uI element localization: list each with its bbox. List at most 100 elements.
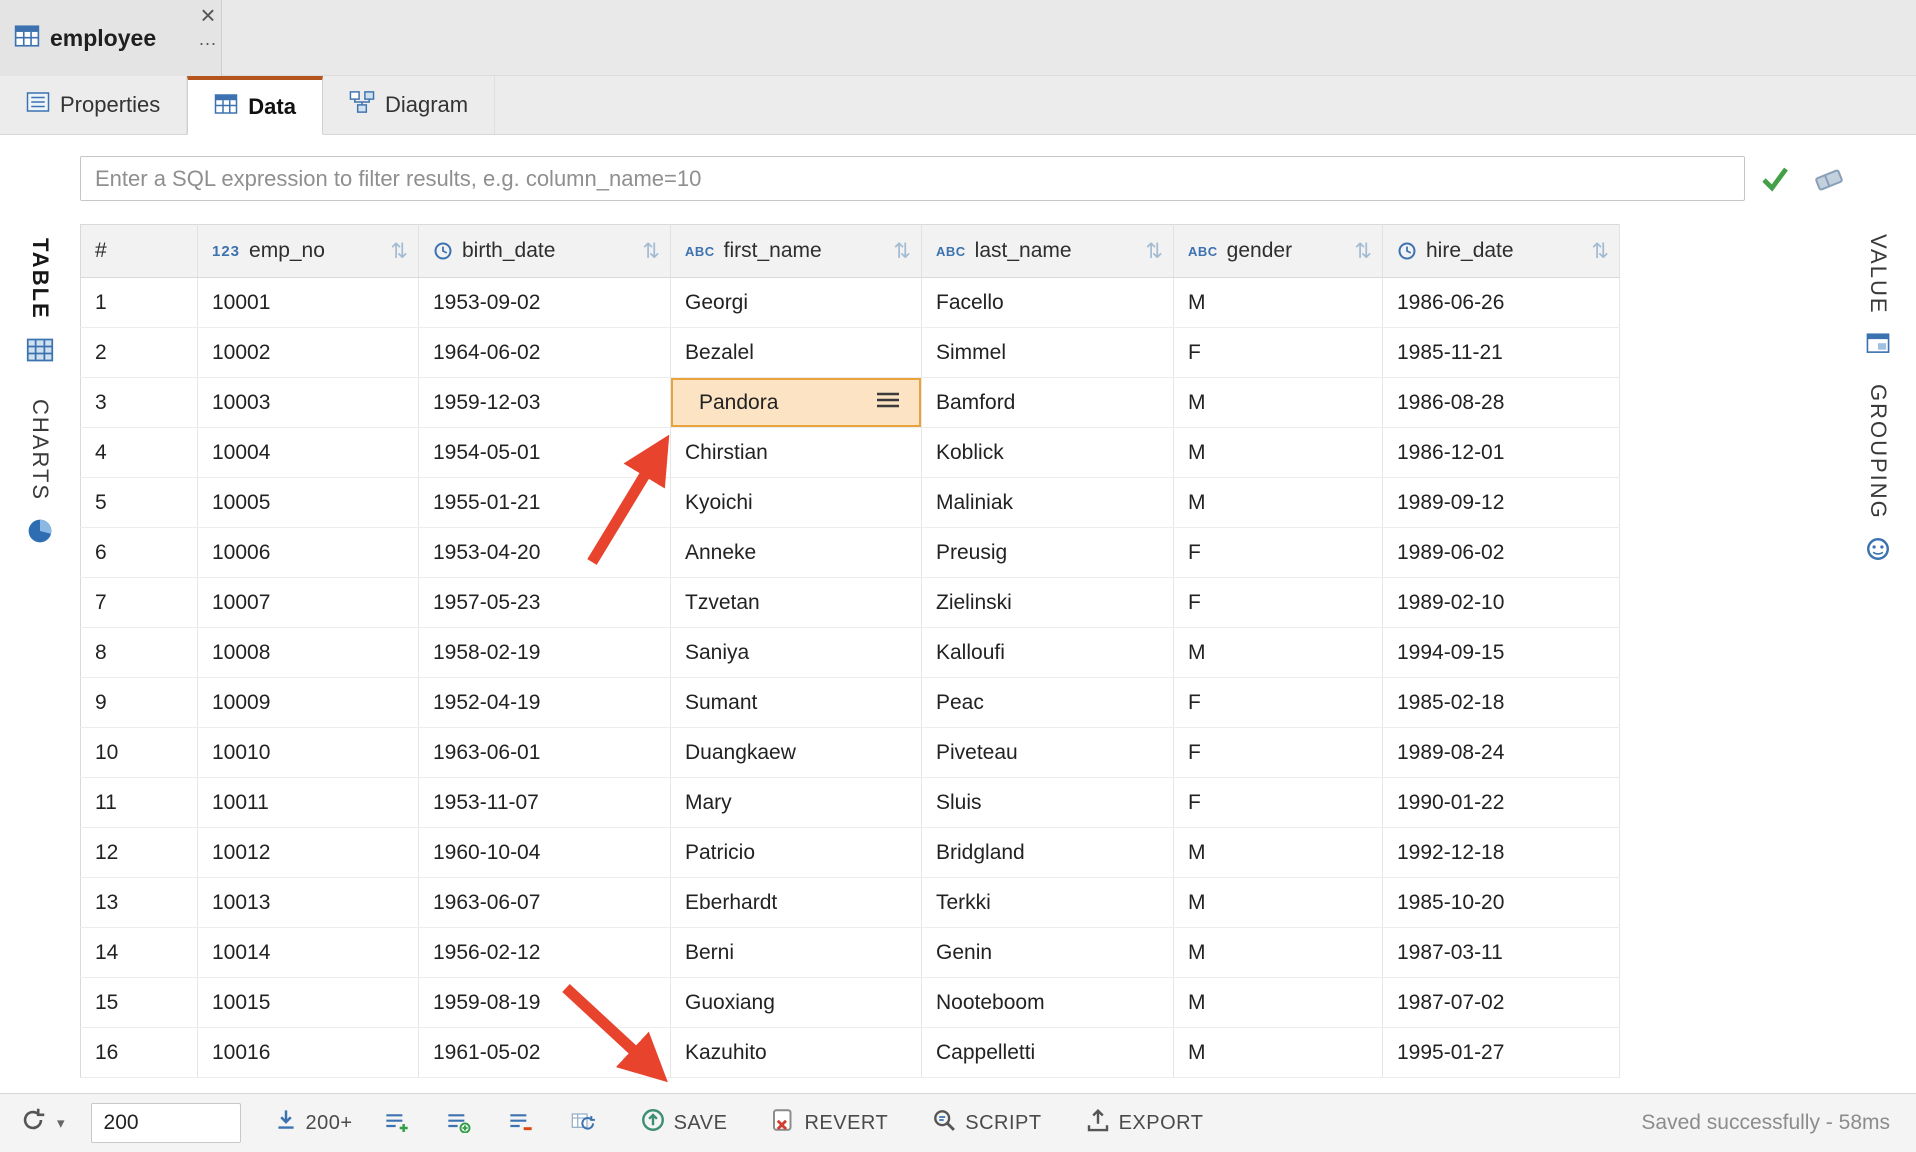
data-cell[interactable]: 1985-11-21 bbox=[1383, 328, 1620, 378]
sort-icon[interactable]: ⇅ bbox=[1354, 239, 1372, 264]
data-cell[interactable]: Bridgland bbox=[922, 828, 1174, 878]
tab-overflow-icon[interactable]: ... bbox=[199, 30, 217, 48]
data-cell[interactable]: 10003 bbox=[198, 378, 419, 428]
data-cell[interactable]: F bbox=[1174, 528, 1383, 578]
data-cell[interactable]: Kyoichi bbox=[671, 478, 922, 528]
data-cell[interactable]: 10001 bbox=[198, 278, 419, 328]
refresh-fetch-button[interactable]: ▾ bbox=[20, 1107, 65, 1139]
delete-row-button[interactable] bbox=[503, 1107, 539, 1140]
data-cell[interactable]: 1955-01-21 bbox=[419, 478, 671, 528]
data-cell[interactable]: 1985-02-18 bbox=[1383, 678, 1620, 728]
data-cell[interactable]: 1989-02-10 bbox=[1383, 578, 1620, 628]
data-cell[interactable]: Berni bbox=[671, 928, 922, 978]
data-cell[interactable]: 10015 bbox=[198, 978, 419, 1028]
data-cell[interactable]: Mary bbox=[671, 778, 922, 828]
data-cell[interactable]: 10011 bbox=[198, 778, 419, 828]
data-cell[interactable]: 1957-05-23 bbox=[419, 578, 671, 628]
data-cell[interactable]: Peac bbox=[922, 678, 1174, 728]
data-cell[interactable]: 10002 bbox=[198, 328, 419, 378]
row-number-cell[interactable]: 12 bbox=[81, 828, 198, 878]
data-cell[interactable]: 1987-03-11 bbox=[1383, 928, 1620, 978]
data-cell[interactable]: 10010 bbox=[198, 728, 419, 778]
tab-diagram[interactable]: Diagram bbox=[323, 76, 495, 134]
column-header-emp_no[interactable]: 123emp_no⇅ bbox=[198, 225, 419, 278]
data-cell[interactable]: Bezalel bbox=[671, 328, 922, 378]
data-cell[interactable]: 1992-12-18 bbox=[1383, 828, 1620, 878]
data-cell[interactable]: 1989-09-12 bbox=[1383, 478, 1620, 528]
row-number-cell[interactable]: 1 bbox=[81, 278, 198, 328]
row-number-cell[interactable]: 5 bbox=[81, 478, 198, 528]
data-cell[interactable]: Sumant bbox=[671, 678, 922, 728]
data-cell[interactable]: Zielinski bbox=[922, 578, 1174, 628]
row-number-cell[interactable]: 2 bbox=[81, 328, 198, 378]
data-cell[interactable]: 1990-01-22 bbox=[1383, 778, 1620, 828]
data-cell[interactable]: F bbox=[1174, 678, 1383, 728]
save-button[interactable]: SAVE bbox=[641, 1108, 728, 1138]
data-cell[interactable]: M bbox=[1174, 278, 1383, 328]
data-cell[interactable]: Piveteau bbox=[922, 728, 1174, 778]
data-cell[interactable]: Koblick bbox=[922, 428, 1174, 478]
data-cell[interactable]: M bbox=[1174, 828, 1383, 878]
data-cell[interactable]: 10006 bbox=[198, 528, 419, 578]
data-cell[interactable]: 1995-01-27 bbox=[1383, 1028, 1620, 1078]
row-number-cell[interactable]: 8 bbox=[81, 628, 198, 678]
data-cell[interactable]: 10016 bbox=[198, 1028, 419, 1078]
column-header-rownum[interactable]: # bbox=[81, 225, 198, 278]
data-cell[interactable]: M bbox=[1174, 1028, 1383, 1078]
sort-icon[interactable]: ⇅ bbox=[1145, 239, 1163, 264]
data-cell[interactable]: 10008 bbox=[198, 628, 419, 678]
sort-icon[interactable]: ⇅ bbox=[1591, 239, 1609, 264]
data-cell[interactable]: Tzvetan bbox=[671, 578, 922, 628]
data-cell[interactable]: F bbox=[1174, 778, 1383, 828]
data-cell[interactable]: 10007 bbox=[198, 578, 419, 628]
row-number-cell[interactable]: 3 bbox=[81, 378, 198, 428]
data-cell[interactable]: Eberhardt bbox=[671, 878, 922, 928]
data-cell[interactable]: M bbox=[1174, 978, 1383, 1028]
row-number-cell[interactable]: 14 bbox=[81, 928, 198, 978]
data-cell[interactable]: Facello bbox=[922, 278, 1174, 328]
sidebar-tab-table[interactable]: TABLE bbox=[0, 238, 80, 369]
data-cell[interactable]: 1954-05-01 bbox=[419, 428, 671, 478]
data-cell[interactable]: Sluis bbox=[922, 778, 1174, 828]
cell-menu-icon[interactable] bbox=[875, 391, 901, 415]
data-cell[interactable]: F bbox=[1174, 578, 1383, 628]
duplicate-row-button[interactable] bbox=[441, 1107, 477, 1140]
data-cell[interactable]: Saniya bbox=[671, 628, 922, 678]
data-cell[interactable]: Pandora bbox=[671, 378, 922, 428]
data-cell[interactable]: 1985-10-20 bbox=[1383, 878, 1620, 928]
data-cell[interactable]: 1959-08-19 bbox=[419, 978, 671, 1028]
data-cell[interactable]: Kazuhito bbox=[671, 1028, 922, 1078]
column-header-hire_date[interactable]: hire_date⇅ bbox=[1383, 225, 1620, 278]
data-cell[interactable]: Genin bbox=[922, 928, 1174, 978]
data-cell[interactable]: 10012 bbox=[198, 828, 419, 878]
row-number-cell[interactable]: 16 bbox=[81, 1028, 198, 1078]
data-cell[interactable]: Duangkaew bbox=[671, 728, 922, 778]
export-button[interactable]: EXPORT bbox=[1086, 1108, 1204, 1138]
data-cell[interactable]: Georgi bbox=[671, 278, 922, 328]
data-cell[interactable]: 1956-02-12 bbox=[419, 928, 671, 978]
data-cell[interactable]: M bbox=[1174, 628, 1383, 678]
data-cell[interactable]: Maliniak bbox=[922, 478, 1174, 528]
data-cell[interactable]: Guoxiang bbox=[671, 978, 922, 1028]
fetch-size-input[interactable] bbox=[91, 1103, 241, 1143]
data-cell[interactable]: F bbox=[1174, 328, 1383, 378]
panel-tab-grouping[interactable]: GROUPING bbox=[1840, 384, 1916, 567]
close-tab-icon[interactable]: × bbox=[200, 2, 215, 28]
sort-icon[interactable]: ⇅ bbox=[390, 239, 408, 264]
data-cell[interactable]: 1959-12-03 bbox=[419, 378, 671, 428]
tab-data[interactable]: Data bbox=[187, 76, 323, 135]
sort-icon[interactable]: ⇅ bbox=[642, 239, 660, 264]
data-cell[interactable]: 1960-10-04 bbox=[419, 828, 671, 878]
data-cell[interactable]: 10004 bbox=[198, 428, 419, 478]
data-cell[interactable]: 1994-09-15 bbox=[1383, 628, 1620, 678]
data-cell[interactable]: F bbox=[1174, 728, 1383, 778]
script-button[interactable]: SCRIPT bbox=[932, 1108, 1041, 1138]
data-cell[interactable]: M bbox=[1174, 878, 1383, 928]
data-cell[interactable]: M bbox=[1174, 928, 1383, 978]
row-number-cell[interactable]: 9 bbox=[81, 678, 198, 728]
column-header-gender[interactable]: ABCgender⇅ bbox=[1174, 225, 1383, 278]
data-cell[interactable]: Bamford bbox=[922, 378, 1174, 428]
column-header-last_name[interactable]: ABClast_name⇅ bbox=[922, 225, 1174, 278]
data-cell[interactable]: 1953-04-20 bbox=[419, 528, 671, 578]
tab-properties[interactable]: Properties bbox=[0, 76, 187, 134]
